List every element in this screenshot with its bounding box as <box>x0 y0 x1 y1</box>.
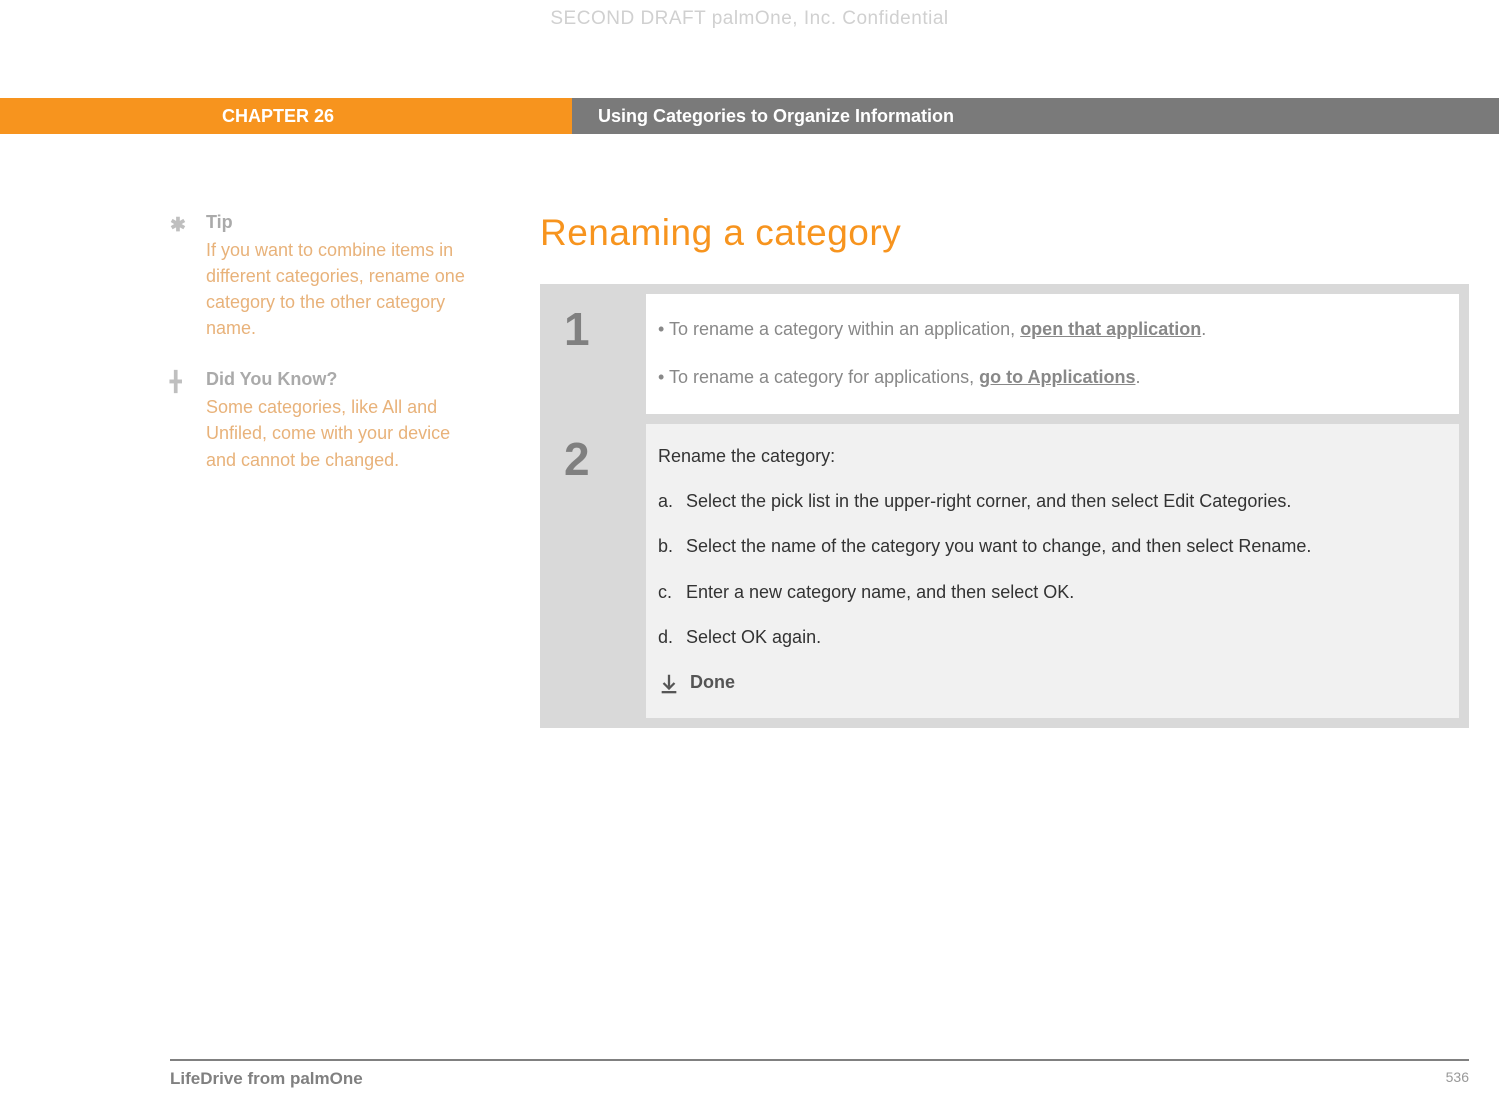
step-2: 2 Rename the category: a. Select the pic… <box>550 424 1459 718</box>
substep-c-letter: c. <box>658 580 686 605</box>
substep-d: d. Select OK again. <box>658 625 1435 650</box>
substep-a-letter: a. <box>658 489 686 514</box>
step-2-intro: Rename the category: <box>658 446 1435 467</box>
substep-a-text: Select the pick list in the upper-right … <box>686 489 1291 514</box>
content-area: ✱ Tip If you want to combine items in di… <box>170 212 1469 728</box>
didyouknow-block: ╋ Did You Know? Some categories, like Al… <box>170 369 480 472</box>
done-arrow-icon <box>658 672 680 694</box>
footer-product: LifeDrive from palmOne <box>170 1069 363 1089</box>
substep-c-text: Enter a new category name, and then sele… <box>686 580 1074 605</box>
substep-a: a. Select the pick list in the upper-rig… <box>658 489 1435 514</box>
plus-icon: ╋ <box>170 371 181 394</box>
watermark-text: SECOND DRAFT palmOne, Inc. Confidential <box>0 8 1499 30</box>
go-to-applications-link[interactable]: go to Applications <box>979 367 1135 387</box>
section-title: Renaming a category <box>540 212 1469 254</box>
open-application-link[interactable]: open that application <box>1020 319 1201 339</box>
footer-page-number: 536 <box>1446 1069 1469 1089</box>
didyouknow-heading: Did You Know? <box>206 369 480 390</box>
substep-b-text: Select the name of the category you want… <box>686 534 1311 559</box>
text: • To rename a category within an applica… <box>658 319 1020 339</box>
substep-d-text: Select OK again. <box>686 625 821 650</box>
step-1-number: 1 <box>550 294 646 414</box>
sidebar: ✱ Tip If you want to combine items in di… <box>170 212 540 728</box>
asterisk-icon: ✱ <box>170 214 186 237</box>
tip-block: ✱ Tip If you want to combine items in di… <box>170 212 480 341</box>
substep-c: c. Enter a new category name, and then s… <box>658 580 1435 605</box>
done-row: Done <box>658 672 1435 694</box>
chapter-header: CHAPTER 26 Using Categories to Organize … <box>0 98 1499 134</box>
chapter-title: Using Categories to Organize Information <box>572 98 1499 134</box>
steps-container: 1 • To rename a category within an appli… <box>540 284 1469 728</box>
substep-d-letter: d. <box>658 625 686 650</box>
step-2-number: 2 <box>550 424 646 718</box>
page-footer: LifeDrive from palmOne 536 <box>170 1059 1469 1089</box>
chapter-label: CHAPTER 26 <box>0 98 572 134</box>
step-1-line-1: • To rename a category within an applica… <box>658 316 1435 342</box>
tip-heading: Tip <box>206 212 480 233</box>
step-1-content: • To rename a category within an applica… <box>646 294 1459 414</box>
step-2-content: Rename the category: a. Select the pick … <box>646 424 1459 718</box>
main-column: Renaming a category 1 • To rename a cate… <box>540 212 1469 728</box>
step-1: 1 • To rename a category within an appli… <box>550 294 1459 414</box>
substep-b: b. Select the name of the category you w… <box>658 534 1435 559</box>
done-label: Done <box>690 672 735 693</box>
text: . <box>1135 367 1140 387</box>
text: • To rename a category for applications, <box>658 367 979 387</box>
didyouknow-body: Some categories, like All and Unfiled, c… <box>206 394 480 472</box>
substep-b-letter: b. <box>658 534 686 559</box>
step-1-line-2: • To rename a category for applications,… <box>658 364 1435 390</box>
text: . <box>1201 319 1206 339</box>
tip-body: If you want to combine items in differen… <box>206 237 480 341</box>
